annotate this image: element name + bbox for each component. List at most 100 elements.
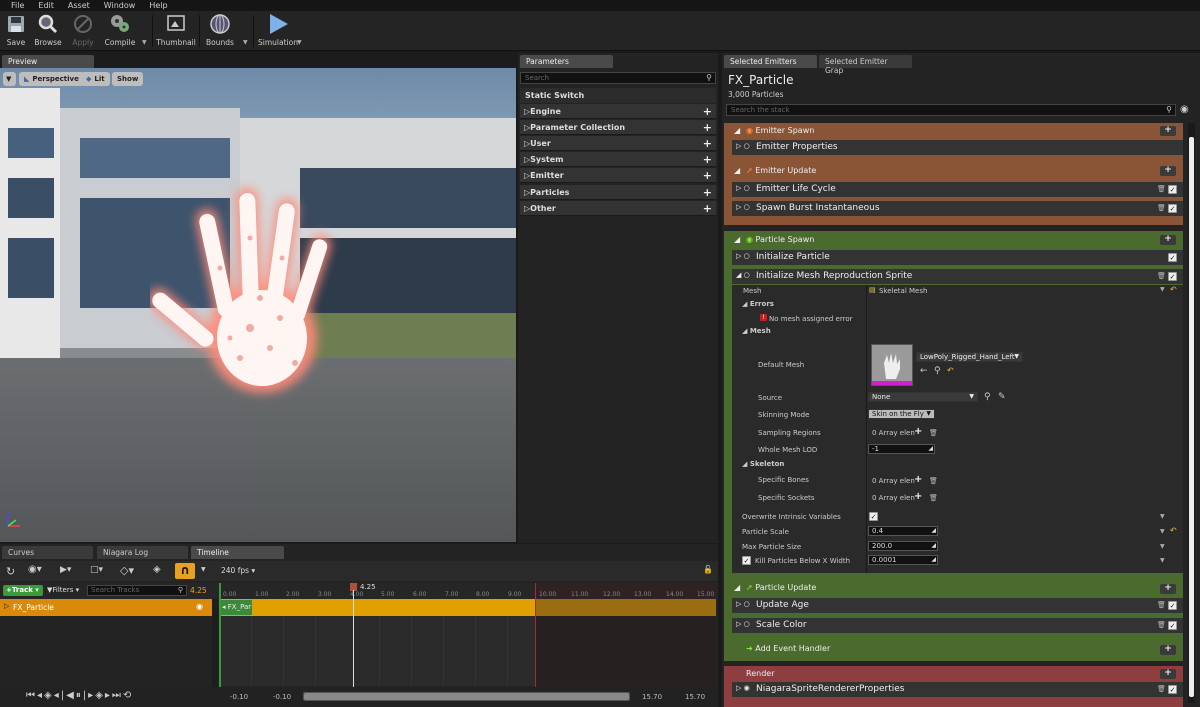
tag-icon[interactable]: ◈ (153, 564, 161, 575)
module-scale-color[interactable]: ▷ ○ Scale Color (732, 618, 1183, 633)
lit-button[interactable]: ◆ Lit (81, 72, 110, 86)
param-group-user[interactable]: ▷User + (520, 136, 716, 151)
prev-key-icon[interactable]: ◂◈ (37, 690, 54, 701)
eyedropper-icon[interactable]: ✎ (998, 392, 1006, 402)
add-icon[interactable]: + (703, 169, 712, 182)
loop-icon[interactable]: ⟲ (123, 690, 133, 701)
browse-button[interactable]: Browse (33, 12, 63, 50)
reset-icon[interactable]: ↶ (1170, 285, 1177, 294)
skeleton-group[interactable]: ◢ Skeleton (742, 460, 784, 468)
module-initialize-particle[interactable]: ▷ ○ Initialize Particle (732, 250, 1183, 265)
add-track-button[interactable]: +Track ▾ (3, 585, 43, 596)
save-button[interactable]: Save (3, 12, 29, 50)
timeline-grid[interactable] (219, 616, 716, 686)
view-range-end[interactable]: 15.70 (685, 693, 705, 701)
param-group-other[interactable]: ▷Other + (520, 201, 716, 216)
enable-checkbox[interactable]: ✓ (1168, 601, 1177, 610)
module-emitter-life-cycle[interactable]: ▷ ○ Emitter Life Cycle (732, 182, 1183, 197)
add-icon[interactable]: + (703, 121, 712, 134)
render-header[interactable]: Render (732, 667, 1183, 681)
simulation-button[interactable]: Simulation (257, 12, 299, 50)
menu-file[interactable]: File (4, 1, 31, 10)
playback-range-end[interactable]: 15.70 (642, 693, 662, 701)
emitter-update-header[interactable]: ◢ ➚ Emitter Update (732, 164, 1183, 178)
menu-window[interactable]: Window (97, 1, 143, 10)
trash-icon[interactable]: 🗑 (929, 477, 938, 485)
enable-checkbox[interactable]: ✓ (1168, 685, 1177, 694)
tab-niagara-log[interactable]: Niagara Log (97, 546, 188, 559)
trash-icon[interactable]: 🗑 (929, 429, 938, 437)
tab-selected-emitters[interactable]: Selected Emitters (724, 55, 817, 68)
particle-scale-input[interactable]: 0.4 ◢ (868, 526, 938, 536)
parameters-search-input[interactable]: Search ⚲ (520, 72, 716, 84)
trash-icon[interactable]: 🗑 (1157, 185, 1166, 193)
add-icon[interactable]: + (914, 491, 922, 502)
enable-checkbox[interactable]: ✓ (1168, 253, 1177, 262)
tab-curves[interactable]: Curves (2, 546, 93, 559)
compile-button[interactable]: Compile (103, 12, 137, 50)
lock-icon[interactable]: 🔓 (703, 565, 713, 574)
chevron-down-icon[interactable]: ▼ (1160, 557, 1165, 564)
apply-button[interactable]: Apply (70, 12, 96, 50)
menu-edit[interactable]: Edit (31, 1, 61, 10)
timeline-scrollbar[interactable] (303, 692, 630, 701)
add-event-handler-plus-button[interactable]: + (1160, 645, 1176, 655)
chevron-down-icon[interactable]: ▼ (1160, 286, 1165, 293)
browse-icon[interactable]: ⚲ (984, 392, 991, 402)
param-group-system[interactable]: ▷System + (520, 152, 716, 167)
param-group-particles[interactable]: ▷Particles + (520, 185, 716, 200)
simulation-dropdown-icon[interactable]: ▼ (297, 39, 302, 46)
playback-range-start[interactable]: -0.10 (273, 693, 291, 701)
play-options-icon[interactable]: ▶▾ (60, 565, 71, 575)
chevron-down-icon[interactable]: ▼ (201, 566, 206, 573)
trash-icon[interactable]: 🗑 (1157, 621, 1166, 629)
chevron-down-icon[interactable]: ▼ (1160, 543, 1165, 550)
step-forward-icon[interactable]: |▸ (83, 690, 95, 701)
param-group-parameter-collection[interactable]: ▷Parameter Collection + (520, 120, 716, 135)
trash-icon[interactable]: 🗑 (1157, 601, 1166, 609)
tab-preview[interactable]: Preview (2, 55, 94, 68)
add-renderer-button[interactable]: + (1160, 669, 1176, 679)
mesh-thumbnail[interactable] (871, 344, 913, 386)
stack-search-input[interactable]: Search the stack ⚲ (726, 104, 1176, 116)
whole-mesh-lod-input[interactable]: -1 ◢ (868, 444, 935, 454)
particle-spawn-header[interactable]: ◢ ◉ Particle Spawn (732, 233, 1183, 247)
add-particle-update-module-button[interactable]: + (1160, 584, 1176, 594)
emitter-spawn-header[interactable]: ◢ ◉ Emitter Spawn (732, 124, 1183, 138)
particle-update-header[interactable]: ◢ ➚ Particle Update (732, 581, 1183, 595)
overwrite-intrinsic-checkbox[interactable]: ✓ (869, 512, 878, 521)
browse-icon[interactable]: ⚲ (934, 366, 941, 376)
track-row-fx-particle[interactable]: ▷ FX_Particle ◉ (0, 599, 212, 616)
add-icon[interactable]: + (703, 153, 712, 166)
track-options-icon[interactable]: ◉ (196, 602, 203, 611)
module-sprite-renderer[interactable]: ▷ ◉ NiagaraSpriteRendererProperties (732, 682, 1183, 697)
trash-icon[interactable]: 🗑 (929, 494, 938, 502)
add-event-handler-button[interactable]: ➜ Add Event Handler (732, 642, 1183, 656)
compile-dropdown-icon[interactable]: ▼ (142, 39, 147, 46)
chevron-down-icon[interactable]: ▼ (1160, 513, 1165, 520)
emitter-clip[interactable]: ◂ FX_Par (220, 600, 252, 615)
stack-scrollbar[interactable] (1188, 123, 1195, 703)
trash-icon[interactable]: 🗑 (1157, 685, 1166, 693)
skinning-mode-dropdown[interactable]: Skin on the Fly ▼ (868, 409, 935, 419)
add-emitter-spawn-module-button[interactable]: + (1160, 126, 1176, 136)
bounds-dropdown-icon[interactable]: ▼ (243, 39, 248, 46)
enable-checkbox[interactable]: ✓ (1168, 272, 1177, 281)
param-group-emitter[interactable]: ▷Emitter + (520, 168, 716, 183)
skip-start-icon[interactable]: ⏮ (26, 690, 37, 701)
enable-checkbox[interactable]: ✓ (1168, 204, 1177, 213)
add-icon[interactable]: + (914, 426, 922, 437)
tab-parameters[interactable]: Parameters (520, 55, 613, 68)
module-emitter-properties[interactable]: ▷ ○ Emitter Properties (732, 140, 1183, 155)
eye-icon[interactable]: ◉ (1180, 104, 1189, 115)
time-ruler[interactable]: 0.00 1.00 2.00 3.00 4.00 5.00 6.00 7.00 … (219, 583, 716, 599)
bounds-button[interactable]: Bounds (204, 12, 236, 50)
thumbnail-button[interactable]: Thumbnail (156, 12, 196, 50)
step-back-icon[interactable]: ◂| (54, 690, 66, 701)
perspective-button[interactable]: ◣ Perspective (19, 72, 84, 86)
trash-icon[interactable]: 🗑 (1157, 204, 1166, 212)
default-mesh-dropdown[interactable]: LowPoly_Rigged_Hand_Left ▼ (916, 352, 1023, 362)
module-init-mesh-reproduction[interactable]: ◢ ○ Initialize Mesh Reproduction Sprite (732, 269, 1183, 284)
viewport-options-button[interactable]: ▼ (3, 72, 16, 86)
back-arrow-icon[interactable]: ← (920, 366, 928, 376)
